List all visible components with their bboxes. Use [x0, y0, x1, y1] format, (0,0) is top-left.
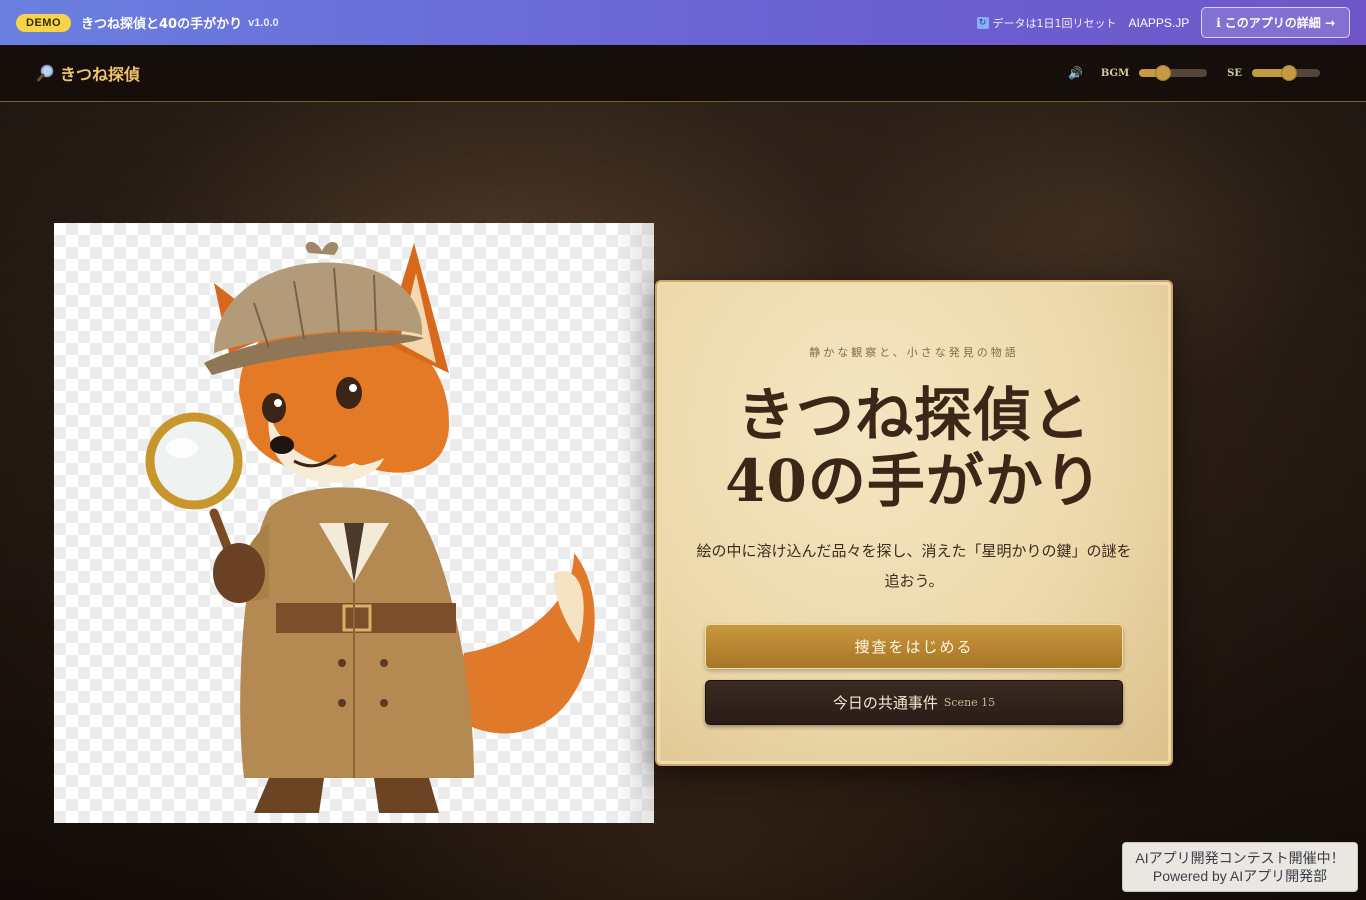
app-header: きつね探偵 🔊 BGM SE [0, 45, 1366, 102]
demo-badge: DEMO [16, 13, 71, 32]
daily-case-button[interactable]: 今日の共通事件 Scene 15 [705, 680, 1123, 725]
se-volume-slider[interactable] [1252, 66, 1320, 80]
fox-detective-illustration [54, 223, 654, 823]
speaker-icon: 🔊 [1067, 66, 1083, 80]
magnifier-icon [36, 63, 56, 83]
bgm-label: BGM [1100, 67, 1130, 79]
game-title-line2: 40の手がかり [725, 447, 1103, 515]
game-title: きつね探偵と 40の手がかり [725, 382, 1103, 514]
reset-note: ↻ データは1日1回リセット [976, 15, 1117, 31]
refresh-icon: ↻ [976, 16, 989, 29]
game-description: 絵の中に溶け込んだ品々を探し、消えた「星明かりの鍵」の謎を追おう。 [696, 542, 1132, 590]
brand-logo[interactable]: きつね探偵 [36, 61, 140, 85]
game-title-line1: きつね探偵と [736, 381, 1091, 449]
tagline: 静かな観察と、小さな発見の物語 [809, 346, 1019, 359]
app-version: v1.0.0 [248, 16, 279, 29]
reset-note-text: データは1日1回リセット [992, 16, 1117, 30]
app-detail-button[interactable]: i このアプリの詳細 → [1201, 7, 1350, 38]
brand-name: きつね探偵 [60, 65, 141, 84]
app-detail-label: このアプリの詳細 → [1224, 16, 1335, 30]
bgm-volume-slider[interactable] [1139, 66, 1208, 80]
daily-scene-tag: Scene 15 [943, 696, 996, 709]
fox-detective-icon [145, 241, 595, 813]
se-label: SE [1227, 67, 1242, 79]
contest-banner[interactable]: AIアプリ開発コンテスト開催中！ Powered by AIアプリ開発部 [1122, 842, 1358, 892]
contest-banner-line1: AIアプリ開発コンテスト開催中！ [1135, 850, 1345, 866]
title-card: 静かな観察と、小さな発見の物語 きつね探偵と 40の手がかり 絵の中に溶け込んだ… [655, 280, 1173, 766]
aiapps-link[interactable]: AIAPPS.JP [1129, 16, 1190, 30]
contest-banner-line2: Powered by AIアプリ開発部 [1152, 868, 1328, 884]
title-scene: 静かな観察と、小さな発見の物語 きつね探偵と 40の手がかり 絵の中に溶け込んだ… [0, 102, 1366, 900]
se-slider-thumb[interactable] [1282, 66, 1297, 80]
info-icon: i [1216, 15, 1221, 30]
daily-case-label: 今日の共通事件 [832, 694, 938, 712]
demo-bar: DEMO きつね探偵と40の手がかり v1.0.0 ↻ データは1日1回リセット… [0, 0, 1366, 45]
audio-controls: 🔊 BGM SE [1068, 66, 1330, 80]
start-investigation-button[interactable]: 捜査をはじめる [705, 624, 1123, 669]
demo-bar-actions: ↻ データは1日1回リセット AIAPPS.JP i このアプリの詳細 → [976, 7, 1350, 38]
demo-app-title: きつね探偵と40の手がかり [81, 17, 243, 32]
bgm-slider-thumb[interactable] [1155, 66, 1170, 80]
